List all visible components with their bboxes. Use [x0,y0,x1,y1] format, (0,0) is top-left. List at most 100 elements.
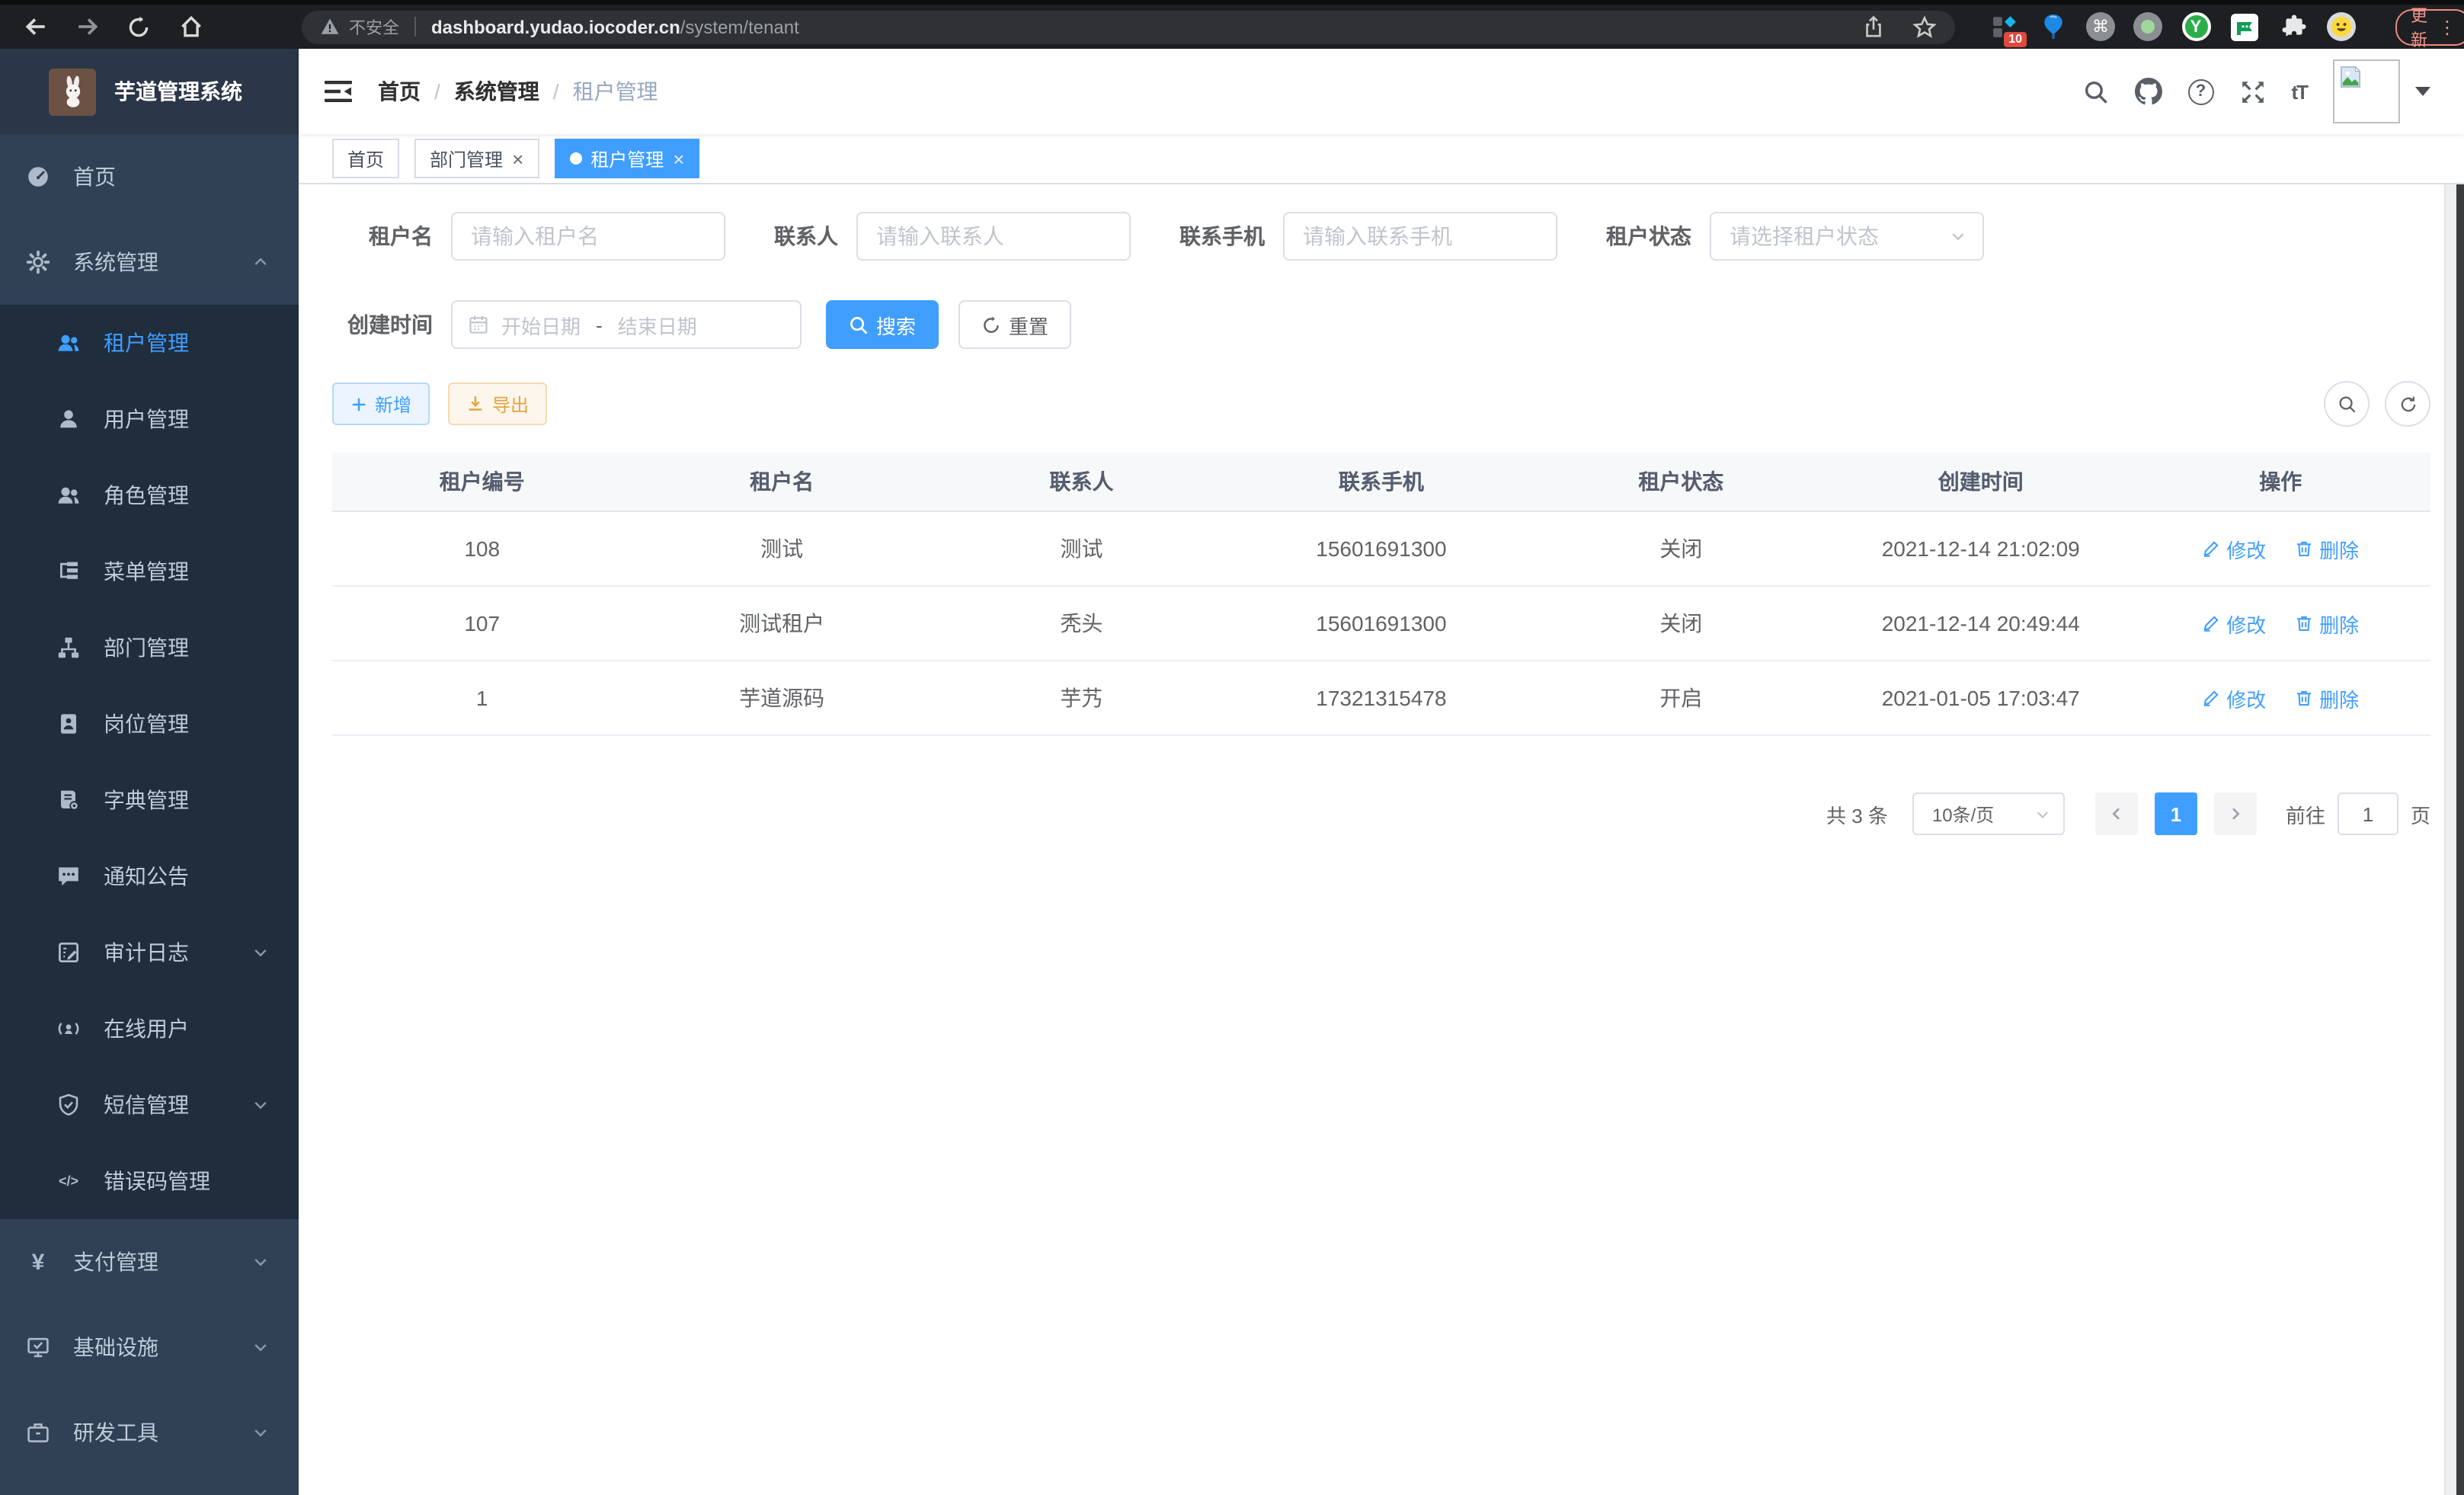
extension-command-icon[interactable]: ⌘ [2086,12,2115,41]
status-text: 关闭 [1531,511,1831,586]
sidebar-item-notices[interactable]: 通知公告 [0,838,299,914]
date-range-picker[interactable]: 开始日期 - 结束日期 [451,300,802,349]
sidebar-item-payment[interactable]: ¥ 支付管理 [0,1219,299,1305]
github-icon[interactable] [2134,78,2162,105]
url-path[interactable]: /system/tenant [680,16,799,37]
system-submenu: 租户管理 用户管理 角色管理 [0,305,299,1219]
col-contact: 联系人 [932,453,1231,511]
breadcrumb-system[interactable]: 系统管理 [454,76,539,107]
browser-update-button[interactable]: 更新 ⋮ [2395,8,2464,45]
export-button[interactable]: 导出 [448,383,547,425]
sidebar-item-system[interactable]: 系统管理 [0,219,299,305]
extension-chat-icon[interactable] [2229,11,2260,42]
show-search-button[interactable] [2324,381,2370,427]
calendar-icon [468,314,489,335]
chevron-down-icon [2034,805,2051,822]
sidebar-item-dictionary[interactable]: 字典管理 [0,762,299,838]
page-size-select[interactable]: 10条/页 [1912,792,2065,835]
delete-link[interactable]: 删除 [2295,609,2359,638]
col-tenant-id: 租户编号 [332,453,632,511]
extension-record-icon[interactable] [2133,12,2162,41]
phone-input[interactable] [1283,212,1557,261]
close-icon[interactable]: × [512,149,523,168]
url-host[interactable]: dashboard.yudao.iocoder.cn [431,16,680,37]
sidebar-collapse-icon[interactable] [325,79,352,104]
security-label[interactable]: 不安全 [349,14,399,39]
briefcase-icon [26,1420,50,1445]
chevron-down-icon [251,943,270,962]
extension-blocks-icon[interactable]: 10 [1989,11,2019,42]
close-icon[interactable]: × [673,149,684,168]
sidebar-item-infrastructure[interactable]: 基础设施 [0,1305,299,1390]
fullscreen-icon[interactable] [2239,78,2265,104]
help-icon[interactable]: ? [2187,78,2213,104]
share-icon[interactable] [1862,15,1885,38]
delete-link[interactable]: 删除 [2295,683,2359,712]
search-button[interactable]: 搜索 [826,300,939,349]
tab-home[interactable]: 首页 [332,139,399,178]
tab-departments[interactable]: 部门管理 × [414,139,539,178]
sidebar-item-tenant[interactable]: 租户管理 [0,305,299,381]
add-button[interactable]: 新增 [332,383,430,425]
edit-pencil-icon [2202,614,2220,632]
extensions-puzzle-icon[interactable] [2278,11,2309,42]
scrollbar[interactable] [2444,49,2456,1495]
delete-link[interactable]: 删除 [2295,534,2359,563]
edit-link[interactable]: 修改 [2202,609,2266,638]
bookmark-star-icon[interactable] [1912,14,1937,39]
sidebar-item-posts[interactable]: 岗位管理 [0,686,299,762]
page-number-current[interactable]: 1 [2155,792,2197,835]
col-status: 租户状态 [1531,453,1831,511]
browser-menu-icon[interactable]: ⋮ [2438,16,2456,37]
goto-label: 前往 [2286,799,2325,828]
extensions-row: 10 ⌘ Y [1989,11,2374,42]
reset-button[interactable]: 重置 [958,300,1071,349]
refresh-table-button[interactable] [2385,381,2430,427]
goto-page-input[interactable] [2338,792,2398,835]
sidebar-item-sms[interactable]: 短信管理 [0,1067,299,1143]
reload-icon[interactable] [125,13,152,40]
navbar: 首页 / 系统管理 / 租户管理 ? [299,49,2464,134]
post-badge-icon [56,712,81,736]
sidebar-item-roles[interactable]: 角色管理 [0,457,299,533]
refresh-icon [2398,394,2418,414]
contact-label: 联系人 [774,221,838,251]
extension-balloon-icon[interactable] [2037,11,2068,42]
sidebar-item-users[interactable]: 用户管理 [0,381,299,457]
edit-link[interactable]: 修改 [2202,534,2266,563]
search-icon[interactable] [2082,78,2108,104]
sidebar-item-menus[interactable]: 菜单管理 [0,533,299,610]
sidebar-item-online-users[interactable]: 在线用户 [0,991,299,1067]
sidebar-item-audit-log[interactable]: 审计日志 [0,914,299,991]
contact-input[interactable] [856,212,1131,261]
sidebar-menu: 首页 系统管理 [0,134,299,1475]
breadcrumb: 首页 / 系统管理 / 租户管理 [378,76,658,107]
sidebar-item-dev-tools[interactable]: 研发工具 [0,1390,299,1475]
shield-check-icon [56,1093,81,1117]
prev-page-button[interactable] [2095,792,2138,835]
profile-avatar-icon[interactable] [2327,12,2356,41]
back-icon[interactable] [21,13,49,40]
font-size-icon[interactable]: tT [2291,80,2307,103]
status-select[interactable]: 请选择租户状态 [1710,212,1984,261]
status-text: 开启 [1531,661,1831,735]
tenant-name-input[interactable] [451,212,725,261]
plus-icon [350,395,367,412]
app-logo-row[interactable]: 芋道管理系统 [0,49,299,134]
sidebar-item-home[interactable]: 首页 [0,134,299,219]
sidebar-item-error-codes[interactable]: </> 错误码管理 [0,1143,299,1219]
page-content: 租户名 联系人 联系手机 租户状态 请选择租户状态 创建时间 [299,184,2464,1495]
screen: 不安全 dashboard.yudao.iocoder.cn /system/t… [0,0,2464,1495]
sidebar-item-departments[interactable]: 部门管理 [0,610,299,686]
edit-link[interactable]: 修改 [2202,683,2266,712]
breadcrumb-home[interactable]: 首页 [378,76,421,107]
next-page-button[interactable] [2214,792,2257,835]
total-count: 共 3 条 [1826,799,1888,828]
extension-yudao-icon[interactable]: Y [2181,11,2211,42]
forward-icon[interactable] [73,13,101,40]
tab-tenant[interactable]: 租户管理 × [554,139,699,178]
home-icon[interactable] [177,13,204,40]
address-bar[interactable]: 不安全 dashboard.yudao.iocoder.cn /system/t… [302,10,1955,43]
avatar-caret-icon[interactable] [2415,87,2430,96]
avatar[interactable] [2333,59,2400,123]
